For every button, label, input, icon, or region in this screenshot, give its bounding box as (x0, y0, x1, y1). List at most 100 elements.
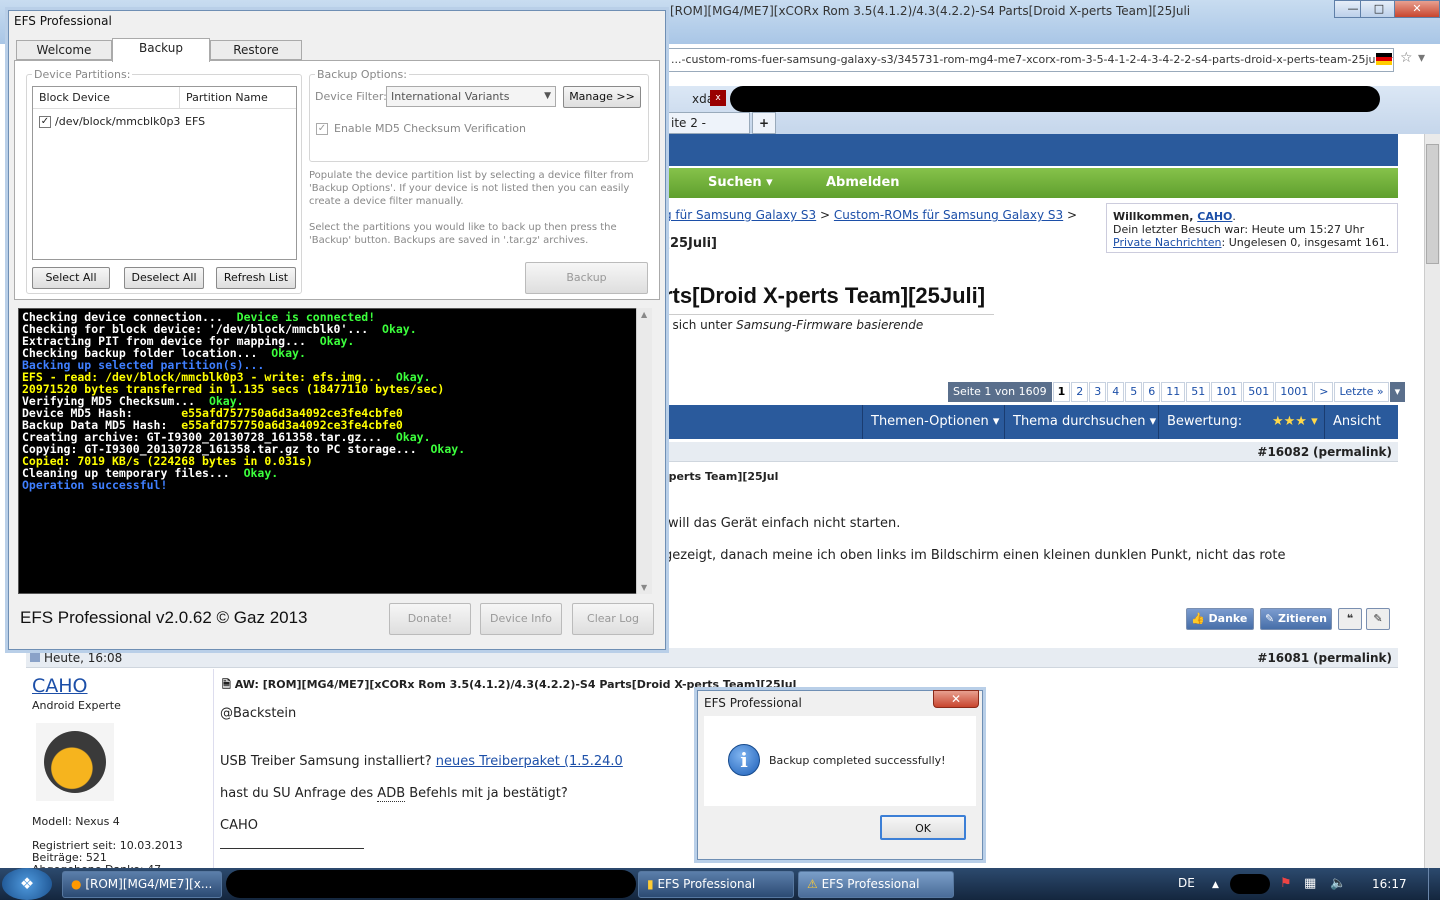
tray-icon-network[interactable]: ▦ (1304, 876, 1316, 891)
view-menu[interactable]: Ansicht ▾ (1324, 405, 1398, 463)
refresh-list-button[interactable]: Refresh List (216, 267, 296, 289)
user-panel: CAHO Android Experte Modell: Nexus 4 Reg… (26, 669, 214, 869)
quote-button[interactable]: ✎ Zitieren (1260, 608, 1332, 630)
tab-welcome[interactable]: Welcome (16, 40, 112, 60)
select-all-button[interactable]: Select All (32, 267, 110, 289)
page-link[interactable]: 501 (1243, 382, 1275, 402)
page-last[interactable]: Letzte » (1334, 382, 1389, 402)
page-link[interactable]: 4 (1107, 382, 1125, 402)
show-desktop-button[interactable] (1428, 868, 1440, 900)
avatar[interactable] (36, 723, 114, 801)
efs-version-label: EFS Professional v2.0.62 © Gaz 2013 (20, 608, 308, 627)
page-menu[interactable]: ▾ (1389, 382, 1406, 402)
tray-expand-icon[interactable]: ▲ (1212, 880, 1219, 890)
adb-abbreviation[interactable]: ADB (377, 786, 406, 802)
page-link[interactable]: 3 (1089, 382, 1107, 402)
user-model: Modell: Nexus 4 (32, 815, 120, 828)
breadcrumb-link-custom-roms[interactable]: Custom-ROMs für Samsung Galaxy S3 (834, 208, 1063, 222)
forum-header-bar (664, 134, 1398, 166)
console-text: Okay. (382, 322, 417, 336)
taskbar-item-firefox[interactable]: ● [ROM][MG4/ME7][x... (62, 871, 222, 898)
username-link[interactable]: CAHO (32, 675, 88, 697)
signature-divider (220, 848, 364, 849)
nav-logout[interactable]: Abmelden (826, 175, 900, 190)
scrollbar-thumb[interactable] (1426, 144, 1439, 264)
nav-search[interactable]: Suchen ▾ (708, 175, 773, 190)
clock[interactable]: 16:17 (1372, 877, 1407, 891)
star-bookmark-icon[interactable]: ☆ (1400, 50, 1413, 66)
partition-list[interactable]: Block Device Partition Name ✓ /dev/block… (32, 86, 297, 260)
device-filter-label: Device Filter: (315, 90, 387, 103)
multi-quote-icon[interactable]: ❝ (1338, 608, 1362, 630)
backup-button[interactable]: Backup (525, 262, 648, 294)
ok-button[interactable]: OK (880, 815, 966, 840)
device-filter-select[interactable]: International Variants ▼ (386, 86, 556, 107)
private-messages-link[interactable]: Private Nachrichten (1113, 236, 1222, 249)
deselect-all-button[interactable]: Deselect All (124, 267, 204, 289)
edit-icon[interactable]: ✎ (1366, 608, 1390, 630)
tray-icon-flag[interactable]: ⚑ (1280, 876, 1292, 891)
column-block-device[interactable]: Block Device (39, 87, 110, 109)
scroll-down-icon[interactable]: ▼ (641, 583, 647, 592)
page-next[interactable]: > (1314, 382, 1334, 402)
permalink[interactable]: (permalink) (1313, 445, 1392, 459)
start-button[interactable]: ❖ (2, 868, 52, 900)
post-2-header: Heute, 16:08 #16081 (permalink) (26, 648, 1398, 668)
maximize-button[interactable]: □ (1360, 0, 1398, 18)
redacted-area (730, 86, 1380, 112)
md5-checkbox[interactable]: ✓ (316, 123, 328, 135)
partition-checkbox[interactable]: ✓ (39, 116, 51, 128)
console-scrollbar[interactable]: ▲ ▼ (636, 308, 652, 594)
post-number[interactable]: #16082 (1257, 445, 1309, 459)
post-date: Heute, 16:08 (44, 651, 123, 665)
post-1-header: #16082 (permalink) (664, 442, 1398, 462)
redacted-area (1230, 874, 1270, 894)
close-button[interactable]: ✕ (1394, 0, 1440, 18)
rating-menu[interactable]: ★★★ ▾ (1264, 405, 1326, 439)
breadcrumb: g für Samsung Galaxy S3 > Custom-ROMs fü… (664, 208, 1077, 222)
page-link[interactable]: 11 (1161, 382, 1186, 402)
scroll-up-icon[interactable]: ▲ (641, 310, 647, 319)
taskbar-item-efs-1[interactable]: ▮ EFS Professional (638, 871, 794, 898)
page-link[interactable]: 51 (1186, 382, 1211, 402)
device-info-button[interactable]: Device Info (480, 603, 562, 635)
breadcrumb-link-galaxy-s3[interactable]: g für Samsung Galaxy S3 (664, 208, 816, 222)
console-text: Okay. (430, 442, 466, 456)
partition-row[interactable]: ✓ /dev/block/mmcblk0p3 EFS (39, 115, 289, 131)
post-2-greeting: @Backstein (220, 706, 297, 721)
tab-restore[interactable]: Restore (210, 40, 302, 60)
manage-button[interactable]: Manage >> (563, 86, 641, 108)
permalink[interactable]: (permalink) (1313, 651, 1392, 665)
breadcrumb-separator: > (820, 208, 831, 222)
page-link[interactable]: 1 (1052, 382, 1071, 402)
tab-current[interactable]: ite 2 - And... × (664, 112, 750, 150)
clear-log-button[interactable]: Clear Log (572, 603, 654, 635)
dropdown-arrow-icon[interactable]: ▾ (1418, 50, 1425, 66)
thread-search-menu[interactable]: Thema durchsuchen ▾ (1004, 405, 1164, 439)
column-partition-name[interactable]: Partition Name (179, 87, 268, 109)
tray-icon-volume[interactable]: 🔈 (1330, 876, 1346, 891)
partition-block-device: /dev/block/mmcblk0p3 (55, 115, 181, 128)
new-tab-button[interactable]: + (752, 112, 776, 134)
page-link[interactable]: 6 (1143, 382, 1161, 402)
welcome-user-link[interactable]: CAHO (1197, 210, 1232, 223)
thread-options-menu[interactable]: Themen-Optionen ▾ (862, 405, 1007, 439)
help-text-filter: Populate the device partition list by se… (309, 170, 634, 207)
thanks-button[interactable]: 👍 Danke (1186, 608, 1254, 630)
page-link[interactable]: 5 (1125, 382, 1143, 402)
post-number[interactable]: #16081 (1257, 651, 1309, 665)
language-indicator[interactable]: DE (1178, 876, 1195, 890)
partition-name: EFS (185, 115, 206, 128)
driver-package-link[interactable]: neues Treiberpaket (1.5.24.0 (436, 754, 623, 769)
donate-button[interactable]: Donate! (389, 603, 471, 635)
page-link[interactable]: 1001 (1275, 382, 1314, 402)
tab-backup[interactable]: Backup (112, 38, 210, 62)
dialog-close-icon[interactable]: ✕ (933, 690, 979, 708)
german-flag-icon (1376, 53, 1392, 65)
page-link[interactable]: 101 (1211, 382, 1243, 402)
page-scrollbar[interactable] (1424, 134, 1440, 868)
address-bar[interactable]: ...-custom-roms-fuer-samsung-galaxy-s3/3… (664, 48, 1394, 72)
page-link[interactable]: 2 (1071, 382, 1089, 402)
taskbar-item-efs-2[interactable]: ⚠ EFS Professional (798, 871, 954, 898)
firefox-icon: ● (71, 877, 82, 891)
